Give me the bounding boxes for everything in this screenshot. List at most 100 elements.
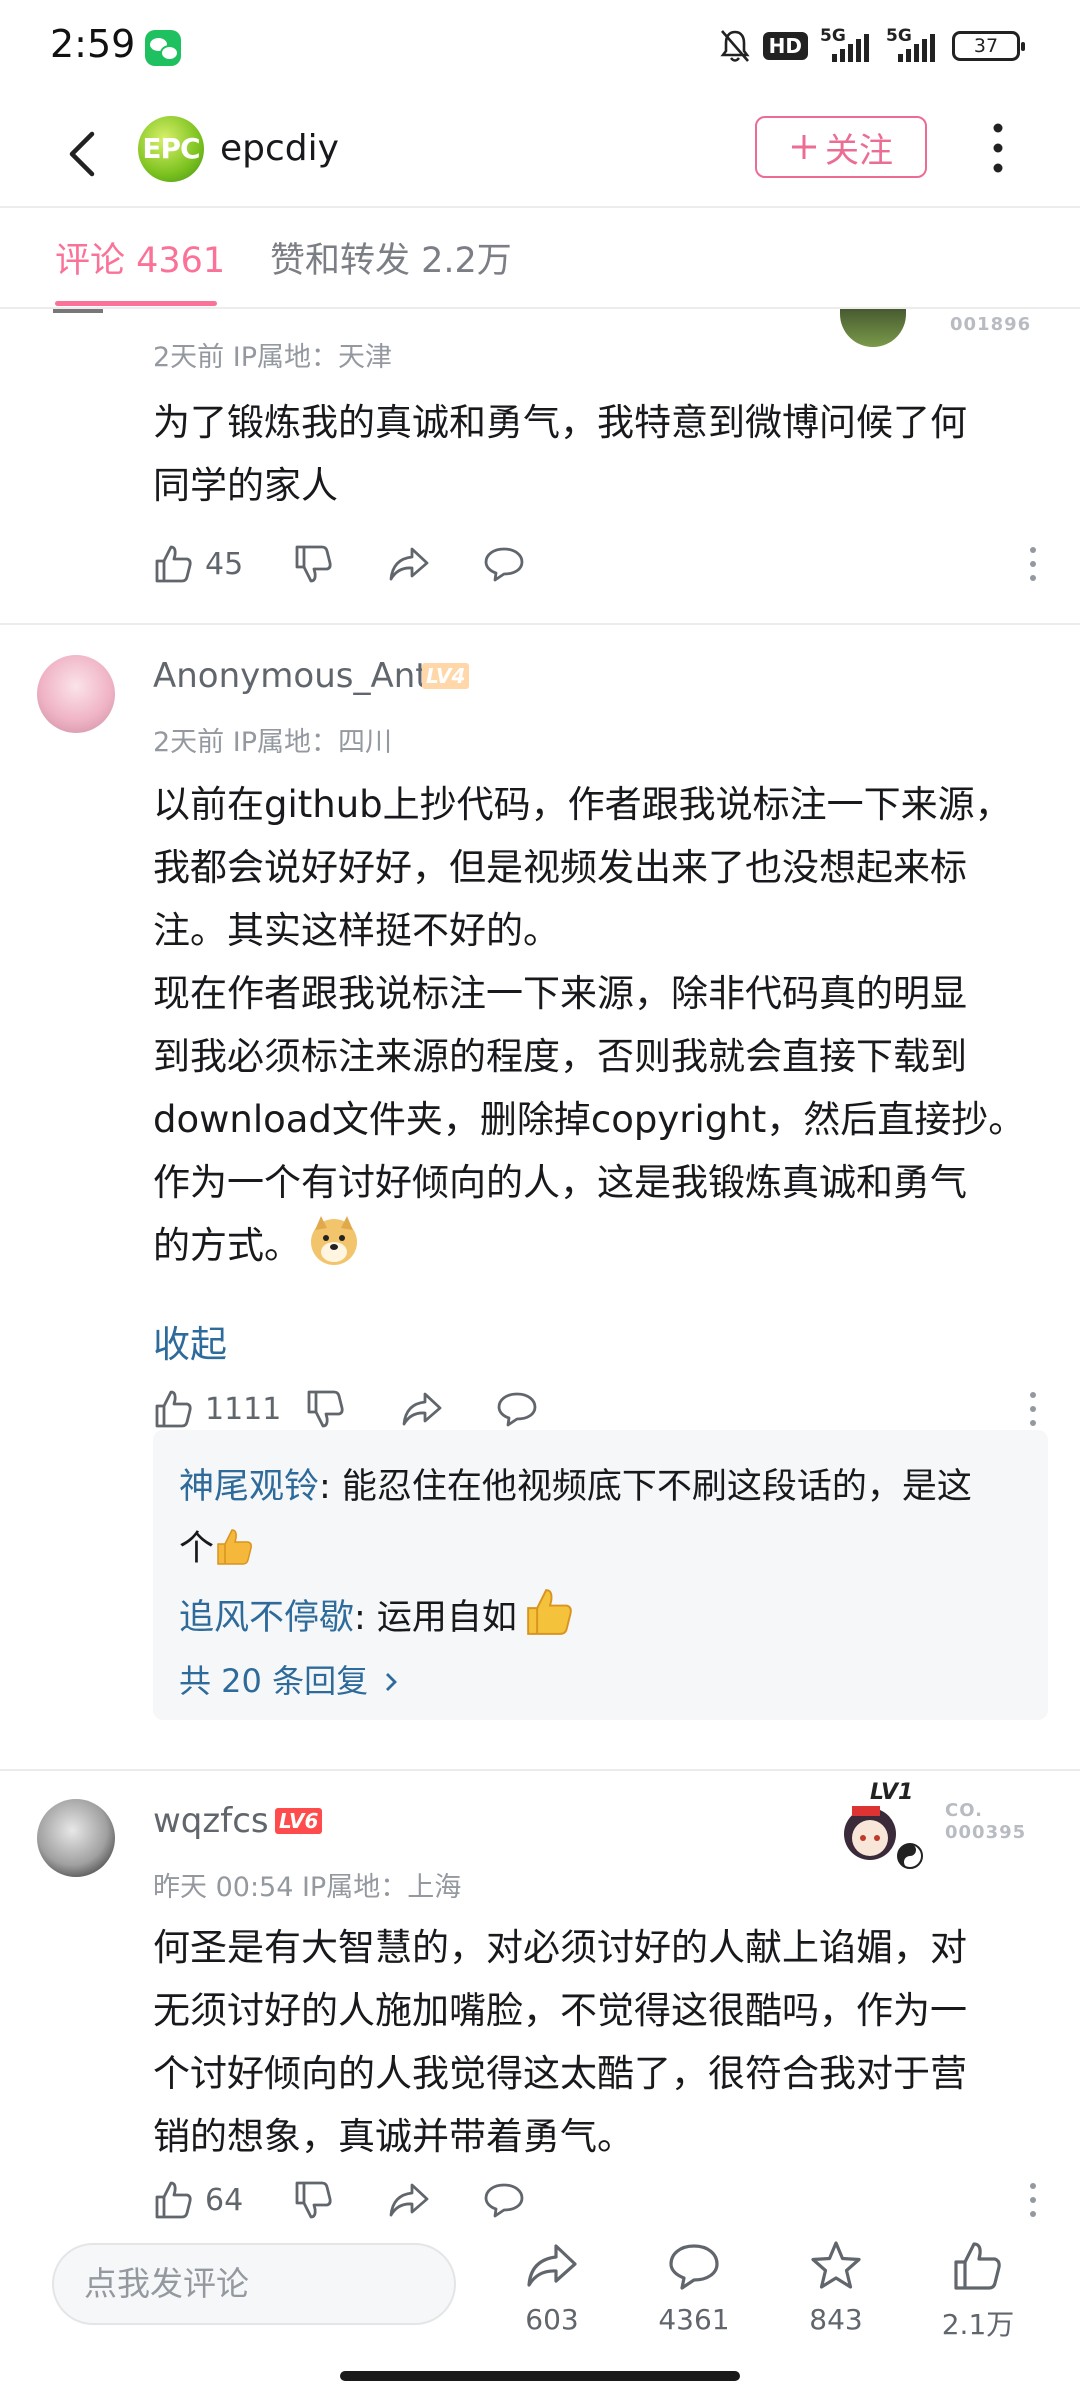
home-indicator[interactable] — [340, 2371, 740, 2381]
comment-username[interactable]: wqzfcs — [153, 1801, 269, 1841]
follow-label: 关注 — [825, 130, 893, 171]
reply-username[interactable]: 神尾观铃 — [179, 1467, 319, 1507]
reply-button[interactable] — [496, 1385, 538, 1433]
like-count: 1111 — [205, 1391, 282, 1427]
comment-count: 4361 — [658, 2303, 730, 2336]
comment-item: wqzfcs LV6 昨天 00:54 IP属地：上海 LV1 CO. 0003… — [0, 1771, 1080, 2221]
comment-meta: 2天前 IP属地：四川 — [153, 727, 393, 758]
comment-decoration-avatar: LV1 — [830, 1780, 930, 1874]
level-badge: LV4 — [422, 663, 470, 689]
comment-text[interactable]: 以前在github上抄代码，作者跟我说标注一下来源， 我都会说好好好，但是视频发… — [153, 773, 1033, 1277]
comment-text-content: 以前在github上抄代码，作者跟我说标注一下来源， 我都会说好好好，但是视频发… — [153, 783, 1026, 1267]
comment-actions: 64 — [153, 2176, 1036, 2221]
thumbs-up-icon — [155, 2181, 192, 2219]
tab-comments[interactable]: 评论 4361 — [55, 232, 225, 283]
decoration-level: LV1 — [870, 1780, 914, 1805]
more-options-icon[interactable] — [986, 118, 1010, 178]
reply-username[interactable]: 追风不停歇 — [179, 1598, 354, 1638]
tab-likes-shares[interactable]: 赞和转发 2.2万 — [270, 232, 512, 283]
profile-name[interactable]: epcdiy — [220, 128, 339, 169]
thumbs-up-emoji-icon — [527, 1589, 572, 1635]
chevron-right-icon — [386, 1673, 398, 1691]
comment-meta: 昨天 00:54 IP属地：上海 — [153, 1872, 462, 1903]
comments-button[interactable]: 4361 — [634, 2239, 754, 2336]
signal-icon-sim1: 5G — [820, 26, 874, 62]
dislike-button[interactable] — [293, 2176, 335, 2221]
share-button[interactable] — [388, 540, 430, 588]
like-count: 64 — [205, 2182, 244, 2218]
like-post-button[interactable]: 2.1万 — [918, 2239, 1038, 2343]
comment-more-icon[interactable] — [1028, 1389, 1038, 1429]
star-icon — [811, 2241, 861, 2289]
doge-emoji-icon — [311, 1216, 357, 1265]
reply-item[interactable]: 神尾观铃: 能忍住在他视频底下不刷这段话的，是这个 — [179, 1456, 1029, 1580]
share-count: 603 — [525, 2303, 579, 2336]
comment-more-icon[interactable] — [1028, 2180, 1038, 2220]
like-count: 45 — [205, 546, 244, 582]
avatar[interactable] — [37, 655, 115, 733]
share-button[interactable] — [401, 1385, 443, 1433]
thumbs-down-icon — [295, 545, 332, 583]
thumbs-up-emoji-icon — [217, 1529, 252, 1565]
back-arrow-icon[interactable] — [60, 126, 108, 182]
comment-username[interactable]: Anonymous_Ant — [153, 656, 429, 696]
header-divider — [0, 206, 1080, 208]
comment-text[interactable]: 为了锻炼我的真诚和勇气，我特意到微博问候了何 同学的家人 — [153, 391, 1033, 517]
hd-voice-badge: HD — [762, 32, 808, 60]
reply-text-cont: 个 — [179, 1529, 215, 1569]
share-arrow-icon — [527, 2244, 577, 2287]
status-time: 2:59 — [50, 22, 136, 66]
thumbs-down-icon — [307, 1390, 344, 1428]
thumbs-down-icon — [295, 2181, 332, 2219]
comment-item: Anonymous_Ant LV4 2天前 IP属地：四川 以前在github上… — [0, 625, 1080, 1720]
view-all-replies-link[interactable]: 共 20 条回复 — [179, 1656, 400, 1702]
reply-button[interactable] — [483, 2176, 525, 2221]
reply-text: : 能忍住在他视频底下不刷这段话的，是这 — [319, 1467, 972, 1507]
like-button[interactable]: 45 — [153, 540, 243, 588]
reply-text: : 运用自如 — [354, 1598, 517, 1638]
like-button[interactable]: 1111 — [153, 1385, 281, 1433]
share-button[interactable] — [388, 2176, 430, 2221]
favorite-count: 843 — [809, 2303, 863, 2336]
top-nav-bar: EPC epcdiy 关注 — [0, 96, 1080, 208]
status-bar: 2:59 HD 5G 5G 37 — [0, 0, 1080, 96]
profile-logo-text: EPC — [142, 132, 200, 165]
decoration-number: 001896 — [950, 314, 1032, 335]
plus-icon — [792, 135, 816, 159]
wechat-notification-icon — [145, 30, 181, 66]
follow-button[interactable]: 关注 — [755, 116, 927, 178]
comment-decoration-avatar — [840, 309, 906, 347]
like-count: 2.1万 — [941, 2308, 1015, 2341]
speech-bubble-icon — [669, 2244, 719, 2290]
reply-item[interactable]: 追风不停歇: 运用自如 — [179, 1585, 577, 1640]
dislike-button[interactable] — [293, 540, 335, 588]
reply-button[interactable] — [483, 540, 525, 588]
decoration-label: CO. — [945, 1800, 983, 1821]
dislike-button[interactable] — [305, 1385, 347, 1433]
speech-bubble-icon — [484, 2183, 524, 2218]
signal-icon-sim2: 5G — [886, 26, 940, 62]
comment-meta: 2天前 IP属地：天津 — [153, 342, 393, 373]
share-post-button[interactable]: 603 — [492, 2239, 612, 2336]
share-arrow-icon — [389, 2183, 429, 2217]
avatar[interactable] — [37, 1799, 115, 1877]
thumbs-up-icon — [155, 545, 192, 583]
comment-more-icon[interactable] — [1028, 544, 1038, 584]
comment-text[interactable]: 何圣是有大智慧的，对必须讨好的人献上谄媚，对 无须讨好的人施加嘴脸，不觉得这很酷… — [153, 1916, 1033, 2168]
comment-actions: 1111 — [153, 1385, 1036, 1433]
reply-preview-box[interactable]: 神尾观铃: 能忍住在他视频底下不刷这段话的，是这个 追风不停歇: 运用自如 共 … — [153, 1430, 1048, 1720]
level-badge: LV6 — [275, 1808, 323, 1834]
speech-bubble-icon — [497, 1392, 537, 1427]
profile-avatar[interactable]: EPC — [138, 116, 204, 182]
battery-icon: 37 — [952, 31, 1025, 61]
tab-active-indicator — [55, 301, 217, 306]
like-button[interactable]: 64 — [153, 2176, 243, 2221]
share-arrow-icon — [402, 1392, 442, 1426]
thumbs-up-icon — [954, 2242, 1001, 2290]
avatar[interactable] — [37, 309, 117, 327]
comment-input[interactable]: 点我发评论 — [52, 2243, 456, 2325]
favorite-button[interactable]: 843 — [776, 2239, 896, 2336]
collapse-link[interactable]: 收起 — [153, 1314, 227, 1368]
comment-item: 2天前 IP属地：天津 001896 为了锻炼我的真诚和勇气，我特意到微博问候了… — [0, 309, 1080, 625]
comment-list[interactable]: 2天前 IP属地：天津 001896 为了锻炼我的真诚和勇气，我特意到微博问候了… — [0, 309, 1080, 2221]
